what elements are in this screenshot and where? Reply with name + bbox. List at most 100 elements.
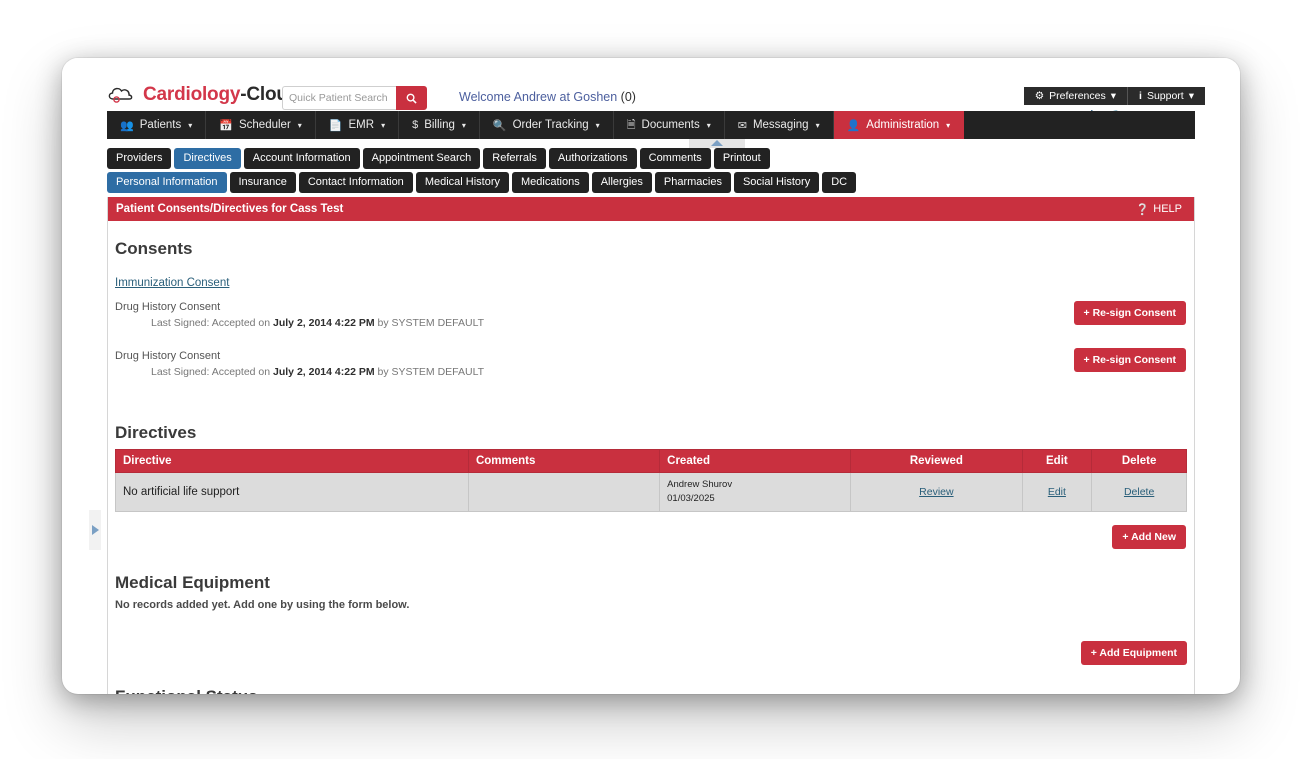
- search-input[interactable]: [282, 86, 396, 110]
- subtab-directives[interactable]: Directives: [174, 148, 241, 170]
- edit-link[interactable]: Edit: [1048, 486, 1066, 498]
- preferences-label: Preferences: [1049, 90, 1106, 102]
- medical-equipment-heading: Medical Equipment: [115, 572, 270, 592]
- consent-suffix: by SYSTEM DEFAULT: [374, 317, 485, 330]
- main-nav: 👥 Patients ▾ 📅 Scheduler ▾ 📄 EMR ▾ $ Billin…: [62, 111, 1240, 139]
- panel-header: Patient Consents/Directives for Cass Tes…: [108, 197, 1194, 222]
- cell-edit: Edit: [1021, 472, 1093, 512]
- created-date: 01/03/2025: [667, 492, 715, 504]
- table-body: No artificial life support Andrew Shurov…: [115, 472, 1187, 512]
- col-created: Created: [659, 449, 852, 474]
- document-icon: 🗎: [626, 118, 636, 131]
- sidebar-expand-handle[interactable]: [89, 510, 101, 550]
- nav-item-scheduler[interactable]: 📅 Scheduler ▾: [206, 111, 316, 139]
- review-link[interactable]: Review: [919, 486, 953, 498]
- nav-label: Administration: [866, 119, 940, 131]
- preferences-button[interactable]: ⚙ Preferences ▾: [1023, 87, 1128, 105]
- directives-table: Directive Comments Created Reviewed Edit…: [115, 449, 1187, 512]
- subtab-social-history[interactable]: Social History: [733, 172, 820, 194]
- page-title: Patient Consents/Directives for Cass Tes…: [116, 203, 344, 216]
- consent-signature: Last Signed: Accepted on July 2, 2014 4:…: [151, 317, 1187, 329]
- nav-label: Billing: [424, 119, 455, 131]
- col-reviewed: Reviewed: [850, 449, 1023, 474]
- triangle-right-icon: [91, 525, 99, 535]
- consent-date: July 2, 2014 4:22 PM: [273, 366, 375, 379]
- app-window: Cardiology-Cloud Welcome Andrew at Goshe…: [62, 58, 1240, 694]
- nav-label: Messaging: [752, 119, 809, 131]
- chevron-down-icon: ▾: [706, 120, 711, 130]
- subtab-contact-information[interactable]: Contact Information: [298, 172, 413, 194]
- col-comments: Comments: [467, 449, 661, 474]
- subtab-pharmacies[interactable]: Pharmacies: [654, 172, 731, 194]
- chevron-down-icon: ▾: [297, 120, 302, 130]
- subtab-personal-information[interactable]: Personal Information: [107, 172, 227, 194]
- help-button[interactable]: ❔ HELP: [1136, 203, 1182, 216]
- subtab-medical-history[interactable]: Medical History: [415, 172, 509, 194]
- subtab-appointment-search[interactable]: Appointment Search: [362, 148, 481, 170]
- subtab-printout[interactable]: Printout: [713, 148, 770, 170]
- subtab-medications[interactable]: Medications: [512, 172, 589, 194]
- resign-consent-button[interactable]: + Re-sign Consent: [1073, 348, 1186, 373]
- add-equipment-button[interactable]: + Add Equipment: [1080, 640, 1187, 665]
- immunization-consent-link[interactable]: Immunization Consent: [115, 277, 229, 289]
- nav-label: Patients: [139, 119, 182, 131]
- consent-name: Drug History Consent: [115, 301, 221, 314]
- main-nav-band: 👥 Patients ▾ 📅 Scheduler ▾ 📄 EMR ▾ $ Billin…: [62, 111, 1240, 148]
- subtab-allergies[interactable]: Allergies: [591, 172, 652, 194]
- gear-icon: ⚙: [1034, 90, 1045, 102]
- cell-created: Andrew Shurov 01/03/2025: [659, 472, 852, 512]
- consent-signature: Last Signed: Accepted on July 2, 2014 4:…: [151, 366, 1187, 378]
- app-header: Cardiology-Cloud Welcome Andrew at Goshe…: [62, 58, 1240, 125]
- table-header: Directive Comments Created Reviewed Edit…: [115, 449, 1187, 474]
- consent-suffix: by SYSTEM DEFAULT: [374, 366, 485, 379]
- chevron-down-icon: ▾: [946, 120, 951, 130]
- envelope-icon: ✉: [737, 119, 747, 132]
- help-label: HELP: [1153, 203, 1182, 216]
- quick-search[interactable]: [282, 86, 427, 110]
- created-by: Andrew Shurov: [667, 479, 733, 491]
- search-button[interactable]: [396, 86, 427, 110]
- add-equipment-wrap: + Add Equipment: [115, 617, 1187, 665]
- nav-label: Scheduler: [238, 119, 291, 131]
- nav-item-documents[interactable]: 🗎 Documents ▾: [614, 111, 725, 139]
- panel-body: Consents Immunization Consent Drug Histo…: [108, 221, 1194, 694]
- nav-item-order-tracking[interactable]: 🔍 Order Tracking ▾: [480, 111, 614, 139]
- col-delete: Delete: [1091, 449, 1187, 474]
- scroll-up-indicator[interactable]: [689, 139, 745, 148]
- consent-prefix: Last Signed: Accepted on: [151, 366, 274, 379]
- search-icon: 🔍: [492, 119, 507, 132]
- cell-comments: [467, 472, 661, 512]
- resign-consent-button[interactable]: + Re-sign Consent: [1073, 301, 1186, 326]
- nav-item-administration[interactable]: 👤 Administration ▾: [833, 111, 965, 139]
- subtab-referrals[interactable]: Referrals: [483, 148, 546, 170]
- question-circle-icon: ❔: [1135, 203, 1150, 216]
- calendar-icon: 📅: [219, 119, 233, 132]
- subtab-insurance[interactable]: Insurance: [229, 172, 296, 194]
- subtab-authorizations[interactable]: Authorizations: [548, 148, 637, 170]
- triangle-up-icon: [711, 140, 723, 146]
- col-directive: Directive: [115, 449, 469, 474]
- search-icon: [406, 93, 417, 104]
- support-button[interactable]: i Support ▾: [1127, 87, 1205, 105]
- welcome-message: Welcome Andrew at Goshen (0): [459, 90, 636, 104]
- subtab-comments[interactable]: Comments: [639, 148, 711, 170]
- delete-link[interactable]: Delete: [1124, 486, 1154, 498]
- nav-item-emr[interactable]: 📄 EMR ▾: [316, 111, 400, 139]
- table-header-row: Directive Comments Created Reviewed Edit…: [115, 449, 1187, 474]
- col-edit: Edit: [1021, 449, 1093, 474]
- subtab-account-information[interactable]: Account Information: [243, 148, 360, 170]
- nav-item-billing[interactable]: $ Billing ▾: [399, 111, 480, 139]
- nav-item-messaging[interactable]: ✉ Messaging ▾: [725, 111, 834, 139]
- chevron-down-icon: ▾: [1188, 90, 1194, 102]
- subtab-dc[interactable]: DC: [822, 172, 857, 194]
- nav-item-patients[interactable]: 👥 Patients ▾: [107, 111, 207, 139]
- person-icon: 👤: [846, 119, 861, 132]
- cell-delete: Delete: [1091, 472, 1187, 512]
- subtabs-row-1: Providers Directives Account Information…: [107, 148, 1195, 170]
- add-new-button[interactable]: + Add New: [1112, 524, 1186, 549]
- subtab-providers[interactable]: Providers: [107, 148, 172, 170]
- brand-logo[interactable]: Cardiology-Cloud: [107, 84, 299, 106]
- brand-name-red: Cardiology: [143, 84, 241, 105]
